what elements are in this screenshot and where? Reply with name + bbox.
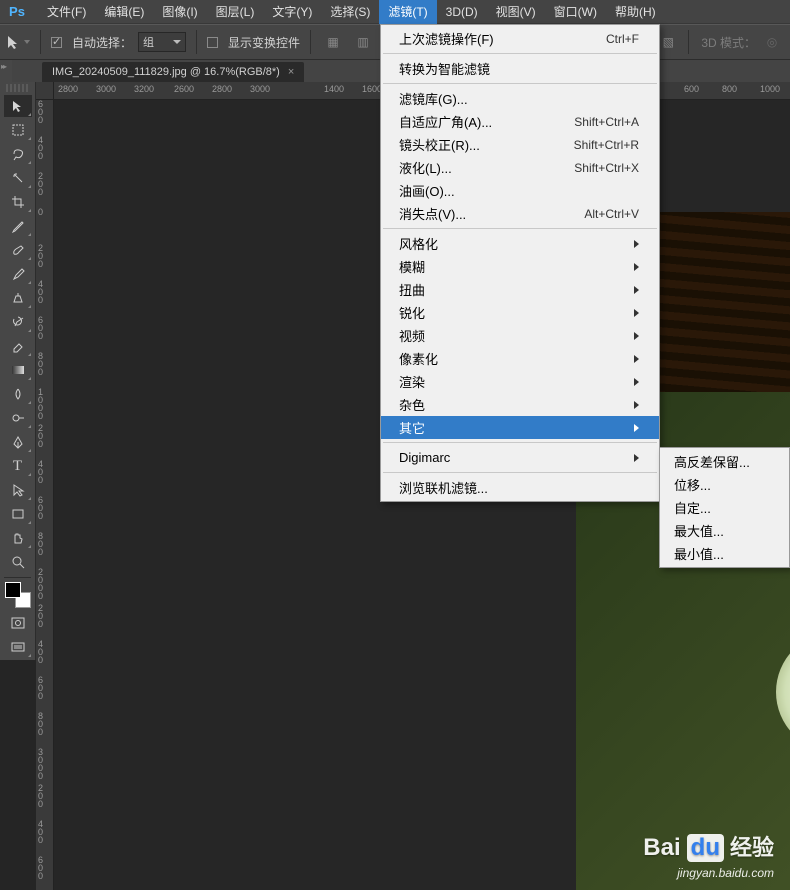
submenu-arrow-icon	[634, 286, 639, 294]
menuitem-其它[interactable]: 其它	[381, 416, 659, 439]
menu-type[interactable]: 文字(Y)	[263, 0, 321, 24]
menu-view[interactable]: 视图(V)	[487, 0, 545, 24]
toolbox: T	[0, 82, 36, 660]
menuitem[interactable]: 消失点(V)...Alt+Ctrl+V	[381, 202, 659, 225]
ruler-origin[interactable]	[36, 82, 54, 100]
zoom-tool[interactable]	[4, 551, 32, 573]
submenu-item[interactable]: 最小值...	[660, 542, 789, 565]
menu-image[interactable]: 图像(I)	[153, 0, 206, 24]
menuitem-杂色[interactable]: 杂色	[381, 393, 659, 416]
align-button[interactable]: ▥	[351, 30, 375, 54]
submenu-arrow-icon	[634, 424, 639, 432]
healing-brush-tool[interactable]	[4, 239, 32, 261]
3d-mode-icon[interactable]: ◎	[760, 30, 784, 54]
lasso-tool[interactable]	[4, 143, 32, 165]
separator	[40, 30, 41, 54]
menu-file[interactable]: 文件(F)	[38, 0, 95, 24]
menuitem-风格化[interactable]: 风格化	[381, 232, 659, 255]
color-swatches[interactable]	[5, 582, 31, 608]
menu-layer[interactable]: 图层(L)	[207, 0, 264, 24]
foreground-color[interactable]	[5, 582, 21, 598]
menuitem-锐化[interactable]: 锐化	[381, 301, 659, 324]
crop-tool[interactable]	[4, 191, 32, 213]
submenu-item[interactable]: 自定...	[660, 496, 789, 519]
menuitem[interactable]: 自适应广角(A)...Shift+Ctrl+A	[381, 110, 659, 133]
path-select-tool[interactable]	[4, 479, 32, 501]
submenu-arrow-icon	[634, 355, 639, 363]
menuitem[interactable]: 液化(L)...Shift+Ctrl+X	[381, 156, 659, 179]
eraser-tool[interactable]	[4, 335, 32, 357]
separator	[310, 30, 311, 54]
brush-tool[interactable]	[4, 263, 32, 285]
menu-edit[interactable]: 编辑(E)	[95, 0, 153, 24]
menuitem[interactable]: 油画(O)...	[381, 179, 659, 202]
move-tool[interactable]	[4, 95, 32, 117]
3d-mode-label: 3D 模式：	[701, 34, 756, 51]
submenu-item[interactable]: 高反差保留...	[660, 450, 789, 473]
pen-tool[interactable]	[4, 431, 32, 453]
align-button[interactable]: ▦	[321, 30, 345, 54]
clone-stamp-tool[interactable]	[4, 287, 32, 309]
menu-select[interactable]: 选择(S)	[321, 0, 379, 24]
menu-bar: Ps 文件(F) 编辑(E) 图像(I) 图层(L) 文字(Y) 选择(S) 滤…	[0, 0, 790, 24]
history-brush-tool[interactable]	[4, 311, 32, 333]
menuitem[interactable]: 镜头校正(R)...Shift+Ctrl+R	[381, 133, 659, 156]
menuitem-扭曲[interactable]: 扭曲	[381, 278, 659, 301]
menu-help[interactable]: 帮助(H)	[606, 0, 665, 24]
menuitem-browse-online[interactable]: 浏览联机滤镜...	[381, 476, 659, 499]
submenu-arrow-icon	[634, 309, 639, 317]
show-transform-label: 显示变换控件	[228, 34, 300, 51]
vertical-ruler[interactable]: 6004002000200400600800100020040060080020…	[36, 100, 54, 890]
quickmask-toggle[interactable]	[4, 612, 32, 634]
rectangle-tool[interactable]	[4, 503, 32, 525]
other-submenu: 高反差保留...位移...自定...最大值...最小值...	[659, 447, 790, 568]
menu-filter[interactable]: 滤镜(T)	[379, 0, 436, 24]
close-tab-icon[interactable]: ×	[288, 66, 294, 78]
filter-menu-dropdown: 上次滤镜操作(F) Ctrl+F 转换为智能滤镜 滤镜库(G)...自适应广角(…	[380, 24, 660, 502]
menu-3d[interactable]: 3D(D)	[437, 0, 487, 24]
submenu-arrow-icon	[634, 263, 639, 271]
menuitem[interactable]: 滤镜库(G)...	[381, 87, 659, 110]
submenu-arrow-icon	[634, 240, 639, 248]
ps-logo-icon: Ps	[6, 3, 28, 21]
submenu-arrow-icon	[634, 454, 639, 462]
hand-tool[interactable]	[4, 527, 32, 549]
menuitem-视频[interactable]: 视频	[381, 324, 659, 347]
menu-window[interactable]: 窗口(W)	[545, 0, 606, 24]
submenu-item[interactable]: 位移...	[660, 473, 789, 496]
blur-tool[interactable]	[4, 383, 32, 405]
document-tab-title: IMG_20240509_111829.jpg @ 16.7%(RGB/8*)	[52, 66, 280, 78]
show-transform-checkbox[interactable]	[207, 37, 218, 48]
panel-grip-icon[interactable]	[0, 60, 12, 82]
toolbox-grip-icon[interactable]	[6, 84, 29, 92]
menuitem-digimarc[interactable]: Digimarc	[381, 446, 659, 469]
submenu-item[interactable]: 最大值...	[660, 519, 789, 542]
watermark-url: jingyan.baidu.com	[677, 866, 774, 880]
menuitem-last-filter[interactable]: 上次滤镜操作(F) Ctrl+F	[381, 27, 659, 50]
document-tab[interactable]: IMG_20240509_111829.jpg @ 16.7%(RGB/8*) …	[42, 62, 304, 82]
separator	[688, 30, 689, 54]
autoselect-checkbox[interactable]	[51, 37, 62, 48]
submenu-arrow-icon	[634, 401, 639, 409]
autoselect-target-select[interactable]: 组	[138, 32, 186, 52]
submenu-arrow-icon	[634, 332, 639, 340]
menuitem-渲染[interactable]: 渲染	[381, 370, 659, 393]
move-tool-icon[interactable]	[6, 30, 30, 54]
type-tool[interactable]: T	[4, 455, 32, 477]
watermark: Baidu 经验	[643, 830, 774, 862]
menuitem-像素化[interactable]: 像素化	[381, 347, 659, 370]
autoselect-label: 自动选择：	[72, 34, 132, 51]
select-value: 组	[143, 34, 154, 50]
separator	[196, 30, 197, 54]
dodge-tool[interactable]	[4, 407, 32, 429]
menuitem-convert-smart[interactable]: 转换为智能滤镜	[381, 57, 659, 80]
screenmode-toggle[interactable]	[4, 636, 32, 658]
menuitem-模糊[interactable]: 模糊	[381, 255, 659, 278]
eyedropper-tool[interactable]	[4, 215, 32, 237]
submenu-arrow-icon	[634, 378, 639, 386]
gradient-tool[interactable]	[4, 359, 32, 381]
marquee-tool[interactable]	[4, 119, 32, 141]
magic-wand-tool[interactable]	[4, 167, 32, 189]
